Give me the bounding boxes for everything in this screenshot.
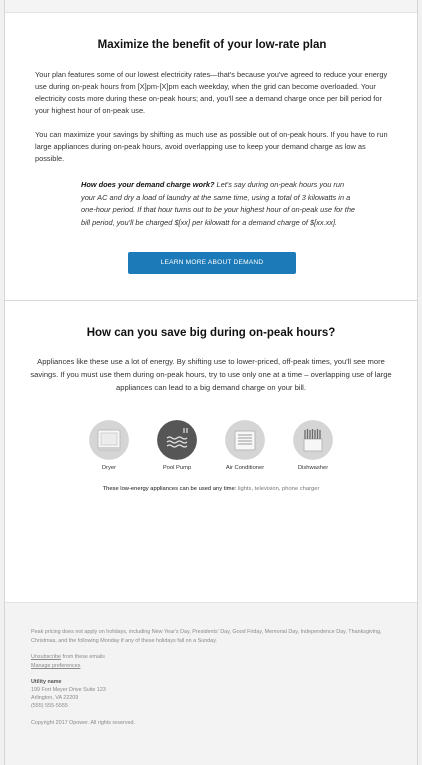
footer: Peak pricing does not apply on holidays,…: [5, 602, 417, 765]
pool-pump-icon: [157, 420, 197, 460]
low-energy-lead: These low-energy appliances can be used …: [102, 486, 237, 492]
demand-charge-callout: How does your demand charge work? Let's …: [81, 179, 359, 229]
email-frame: Maximize the benefit of your low-rate pl…: [4, 0, 418, 765]
holiday-disclaimer: Peak pricing does not apply on holidays,…: [31, 629, 382, 644]
unsubscribe-link[interactable]: Unsubscribe: [31, 654, 61, 660]
savings-title: How can you save big during on-peak hour…: [86, 327, 336, 339]
low-energy-items: lights, television, phone charger: [236, 486, 320, 492]
savings-body: Appliances like these use a lot of energ…: [30, 357, 392, 392]
address-line-1: 199 Fort Meyer Drive Suite 123: [31, 687, 106, 694]
savings-section: How can you save big during on-peak hour…: [5, 301, 417, 492]
appliance-air-conditioner: Air Conditioner: [223, 420, 267, 472]
appliance-label: Dishwasher: [297, 465, 329, 471]
plan-paragraph-1: Your plan features some of our lowest el…: [35, 70, 388, 115]
footer-links: Unsubscribe from these emails Manage pre…: [31, 653, 391, 670]
utility-name: Utility name: [31, 679, 62, 686]
copyright: Copyright 2017 Opower. All rights reserv…: [31, 720, 135, 727]
appliance-label: Pool Pump: [162, 465, 192, 471]
phone-number: (555) 555-5555: [31, 703, 68, 710]
button-wrap: LEARN MORE ABOUT DEMAND: [35, 251, 389, 274]
appliance-list: Dryer Pool Pump Air Conditioner Dishwash…: [27, 420, 395, 472]
appliance-dryer: Dryer: [87, 420, 131, 472]
dishwasher-icon: [293, 420, 333, 460]
callout-question: How does your demand charge work?: [81, 180, 215, 189]
plan-paragraph-2: You can maximize your savings by shiftin…: [35, 130, 388, 163]
plan-title: Maximize the benefit of your low-rate pl…: [97, 39, 327, 51]
appliance-label: Dryer: [101, 465, 117, 471]
unsubscribe-suffix: from these emails: [60, 654, 106, 661]
learn-more-button[interactable]: LEARN MORE ABOUT DEMAND: [128, 252, 296, 274]
appliance-dishwasher: Dishwasher: [291, 420, 335, 472]
appliance-pool-pump: Pool Pump: [155, 420, 199, 472]
utility-address: Utility name 199 Fort Meyer Drive Suite …: [31, 678, 391, 710]
manage-preferences-link[interactable]: Manage preferences: [31, 663, 80, 669]
dryer-icon: [89, 420, 129, 460]
low-energy-note: These low-energy appliances can be used …: [27, 486, 395, 492]
top-bar: [5, 0, 417, 13]
plan-section: Maximize the benefit of your low-rate pl…: [5, 13, 417, 274]
appliance-label: Air Conditioner: [225, 465, 265, 471]
air-conditioner-icon: [225, 420, 265, 460]
address-line-2: Arlington, VA 22209: [31, 695, 79, 702]
